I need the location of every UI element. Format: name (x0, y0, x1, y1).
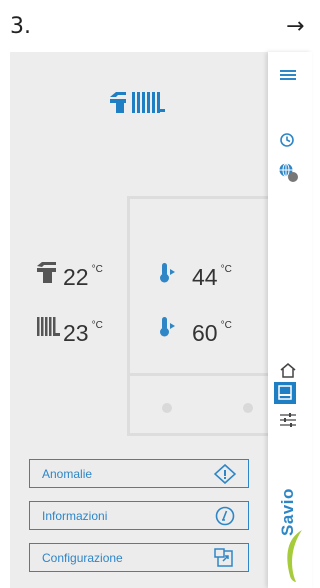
tap-icon (37, 262, 56, 283)
info-button[interactable]: Informazioni (29, 501, 249, 530)
menu-icon[interactable] (279, 68, 297, 82)
thermometer-icon (160, 263, 175, 283)
globe-icon[interactable] (278, 162, 300, 184)
device-screen: 22 °C 23 °C 44 °C 60 °C Anomalie Informa… (10, 52, 312, 588)
brand-logo: Savio (278, 488, 297, 536)
config-icon (214, 548, 233, 567)
page-dot (243, 403, 253, 413)
radiator-current-value: 23 (63, 320, 89, 346)
thermometer-icon (160, 317, 175, 337)
config-label: Configurazione (42, 550, 123, 565)
panel-icon (278, 385, 292, 400)
radiator-current-temp: 23 °C (63, 320, 103, 347)
anomalies-button[interactable]: Anomalie (29, 459, 249, 488)
tap-setpoint-unit: °C (220, 264, 232, 275)
radiator-setpoint-temp[interactable]: 60 °C (192, 320, 232, 347)
tap-current-temp: 22 °C (63, 264, 103, 291)
indicator-box (127, 376, 287, 436)
panel-button[interactable] (274, 382, 296, 404)
tap-setpoint-temp[interactable]: 44 °C (192, 264, 232, 291)
anomalies-label: Anomalie (42, 466, 93, 481)
home-icon[interactable] (279, 362, 297, 378)
savio-swoosh-icon (287, 530, 302, 582)
tap-current-value: 22 (63, 264, 89, 290)
tap-radiator-icon (110, 92, 165, 113)
radiator-setpoint-unit: °C (220, 320, 232, 331)
clock-icon[interactable] (279, 132, 295, 148)
info-icon (215, 506, 235, 526)
radiator-current-unit: °C (91, 320, 103, 331)
sliders-icon[interactable] (279, 412, 297, 428)
config-button[interactable]: Configurazione (29, 543, 249, 572)
next-arrow-icon[interactable]: → (286, 14, 304, 39)
tap-setpoint-value: 44 (192, 264, 218, 290)
step-number: 3. (10, 14, 31, 39)
radiator-setpoint-value: 60 (192, 320, 218, 346)
main-panel: 22 °C 23 °C 44 °C 60 °C Anomalie Informa… (10, 52, 287, 588)
tap-current-unit: °C (91, 264, 103, 275)
radiator-icon (37, 317, 60, 336)
page-dot (162, 403, 172, 413)
info-label: Informazioni (42, 508, 108, 523)
warning-icon (214, 464, 236, 484)
